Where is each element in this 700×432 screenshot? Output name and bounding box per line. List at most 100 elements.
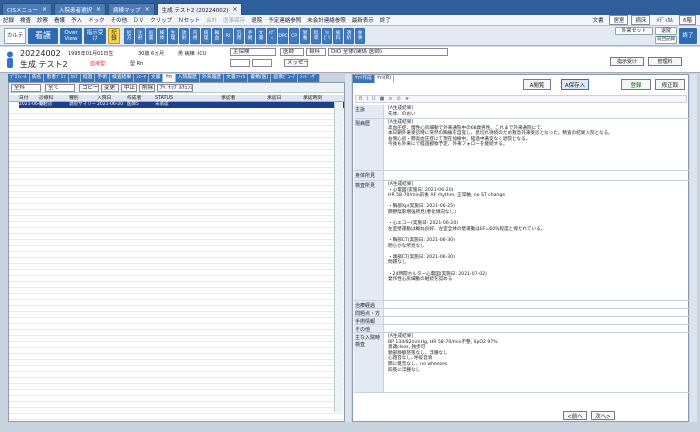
toolbar-btn-10[interactable]: 汎用: [234, 28, 244, 44]
toolbar-btn-15[interactable]: CP: [289, 28, 299, 44]
left-tab-14[interactable]: 画像ﾋﾞｭｰｱ: [271, 74, 298, 82]
bold-icon[interactable]: B: [359, 96, 362, 102]
close-icon[interactable]: ×: [232, 6, 237, 13]
menu-item-0[interactable]: 記録: [0, 16, 17, 24]
section-text[interactable]: [386, 309, 689, 316]
list-scrollbar[interactable]: [334, 102, 343, 412]
type-filter[interactable]: 全て: [45, 84, 75, 92]
menu-item-1[interactable]: 検査: [17, 16, 34, 24]
section-text[interactable]: [386, 301, 689, 308]
menu-item-15[interactable]: 最新表示: [349, 16, 377, 24]
section-text[interactable]: [A生成結果] ・心電図(実施日: 2021-06-20) HR 58-70/m…: [386, 181, 689, 300]
left-tab-15[interactable]: ﾒﾝﾄﾞｰｻﾞ: [298, 74, 320, 82]
toolbar-btn-21[interactable]: 食事: [355, 28, 365, 44]
toolbar-btn-19[interactable]: 歯科: [333, 28, 343, 44]
menu-item-5[interactable]: ドック: [85, 16, 108, 24]
menu-item-11[interactable]: 医事保存: [220, 16, 248, 24]
discharge-button[interactable]: 退院: [655, 27, 677, 35]
doctor-menu[interactable]: 病床: [631, 15, 651, 25]
menu-item-3[interactable]: 看護: [51, 16, 68, 24]
menu-item-14[interactable]: 未会計連絡参照: [304, 16, 349, 24]
toolbar-btn-9[interactable]: RI: [223, 28, 233, 44]
section-select[interactable]: 自科: [306, 48, 326, 56]
toolbar-btn-7[interactable]: 病理: [201, 28, 211, 44]
menu-item-4[interactable]: 予入: [68, 16, 85, 24]
toolbar-btn-13[interactable]: ﾒﾃﾞｨ: [267, 28, 277, 44]
record-button[interactable]: 記録: [108, 28, 120, 44]
toolbar-btn-1[interactable]: 注射: [135, 28, 145, 44]
section-text[interactable]: [386, 171, 689, 180]
menu-item-9[interactable]: Ｎセット: [175, 16, 203, 24]
a-view-button[interactable]: A閲覧: [523, 79, 551, 90]
nursing-button[interactable]: 看護: [28, 28, 58, 44]
prev-record-button[interactable]: 前回記録: [655, 36, 677, 44]
overview-button[interactable]: Over View: [60, 28, 82, 44]
window-tab-2[interactable]: 病棟マップ ×: [108, 3, 155, 15]
window-tab-1[interactable]: 入院患者選択 ×: [54, 3, 107, 15]
left-tab-5[interactable]: 手術: [95, 74, 111, 82]
doctor-select[interactable]: 医師: [280, 48, 304, 56]
toolbar-btn-14[interactable]: DPC: [278, 28, 288, 44]
left-tab-6[interactable]: 検査結果: [110, 74, 135, 82]
edit-button[interactable]: 修正取: [655, 79, 685, 90]
toolbar-btn-12[interactable]: 文書: [256, 28, 266, 44]
toolbar-btn-0[interactable]: 処方: [124, 28, 134, 44]
toolbar-btn-17[interactable]: 指導: [311, 28, 321, 44]
small-field-1[interactable]: [230, 59, 250, 67]
left-tab-3[interactable]: ｶﾙﾃ: [68, 74, 81, 82]
star-icon[interactable]: ★: [405, 96, 409, 102]
left-tab-2[interactable]: 患者ﾌﾟﾛﾌ: [44, 74, 69, 82]
section-text[interactable]: [386, 317, 689, 324]
left-tab-12[interactable]: 文書ﾌｧｲﾙ: [224, 74, 249, 82]
menu-item-8[interactable]: クリップ: [147, 16, 175, 24]
close-icon[interactable]: ×: [145, 6, 150, 13]
exit-button[interactable]: 終了: [679, 28, 697, 44]
ward-code[interactable]: 6階: [679, 15, 696, 25]
window-tab-3[interactable]: 生成 テスト2 (20224002) ×: [156, 3, 243, 15]
menu-item-13[interactable]: 予定連絡参照: [265, 16, 304, 24]
table-row[interactable]: 2021-06-18 総合診 退院サマリー 2021-06-20 医師5 未承認: [19, 102, 344, 108]
message-button[interactable]: メッセージ: [284, 59, 308, 67]
left-tab-11[interactable]: 外来履歴: [199, 74, 225, 82]
next-button[interactable]: 次へ>: [591, 411, 615, 420]
toolbar-btn-8[interactable]: 輸血: [212, 28, 222, 44]
underline-icon[interactable]: U: [372, 96, 376, 102]
close-icon[interactable]: ×: [42, 6, 47, 13]
menu-item-16[interactable]: 終了: [377, 16, 394, 24]
menu-item-2[interactable]: 診察: [34, 16, 51, 24]
tab-summary-r[interactable]: ｻﾏﾘ(R): [374, 75, 395, 83]
menu-item-7[interactable]: ＤＶ: [130, 16, 147, 24]
stop-button[interactable]: 中止: [121, 84, 137, 92]
left-tab-4[interactable]: 経過: [80, 74, 96, 82]
left-tab-7[interactable]: ｼｪｰﾏ: [134, 74, 149, 82]
avail-change-button[interactable]: ｱﾍﾞｲﾗﾌﾞﾙﾁｪﾝｼﾞ: [157, 84, 193, 92]
rooms-menu[interactable]: 居室: [609, 15, 629, 25]
left-tab-10[interactable]: 入院履歴: [175, 74, 200, 82]
menu-item-6[interactable]: その他: [108, 16, 131, 24]
copy-button[interactable]: コピー: [79, 84, 99, 92]
left-tab-13[interactable]: 書類(医): [248, 74, 272, 82]
left-tab-9[interactable]: ｻﾏﾘ: [163, 74, 176, 82]
section-text[interactable]: [386, 325, 689, 332]
management-fee-button[interactable]: 管理料: [648, 57, 682, 66]
prev-button[interactable]: <前へ: [563, 411, 587, 420]
doc-menu[interactable]: 文書: [589, 16, 606, 24]
right-scrollbar[interactable]: [690, 74, 697, 422]
toolbar-btn-6[interactable]: 内視: [190, 28, 200, 44]
menu-item-12[interactable]: 退院: [248, 16, 265, 24]
left-tab-8[interactable]: 文書: [148, 74, 164, 82]
delete-button[interactable]: 削除: [139, 84, 155, 92]
close-icon[interactable]: ×: [96, 6, 101, 13]
list-icon[interactable]: ≡: [388, 96, 392, 102]
left-tab-1[interactable]: 病名: [29, 74, 45, 82]
toolbar-btn-20[interactable]: 透析: [344, 28, 354, 44]
italic-icon[interactable]: I: [366, 96, 367, 102]
menu-item-10[interactable]: 会計: [203, 16, 220, 24]
toolbar-btn-2[interactable]: 処置: [146, 28, 156, 44]
small-field-2[interactable]: [252, 59, 272, 67]
color-icon[interactable]: ■: [380, 96, 385, 102]
a-save-button[interactable]: A保存入: [561, 79, 589, 90]
window-tab-0[interactable]: CISメニュー ×: [2, 3, 52, 15]
insurance-select[interactable]: 主保険: [230, 48, 276, 56]
order-receive-view-button[interactable]: 指示受け: [610, 57, 644, 66]
